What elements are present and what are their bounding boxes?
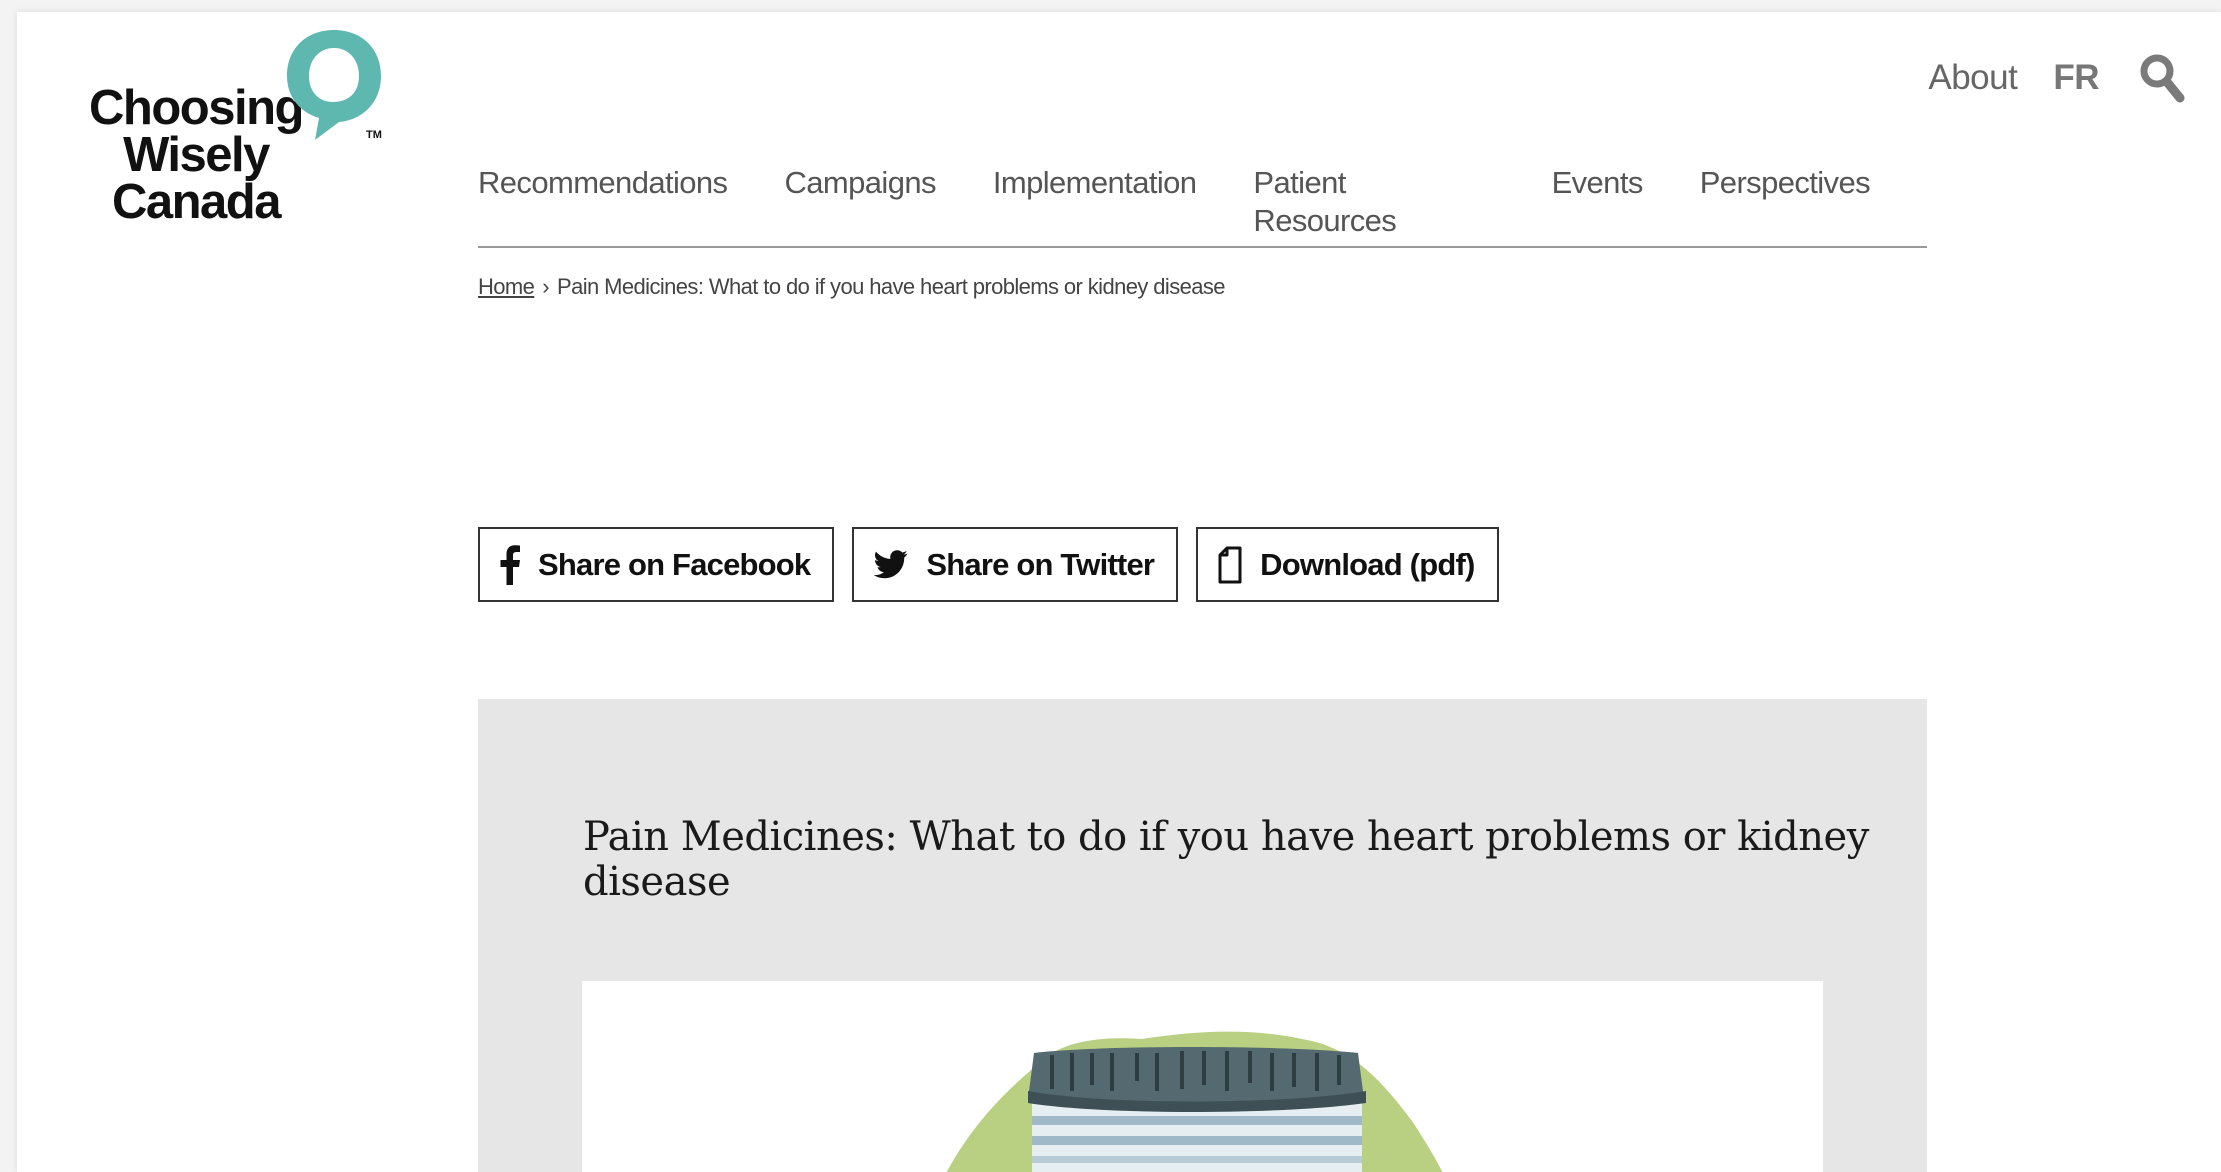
twitter-icon [874, 549, 908, 578]
facebook-icon [500, 544, 520, 585]
language-toggle-fr[interactable]: FR [2053, 58, 2099, 98]
logo-wordmark: Choosing Wisely Canada [81, 81, 311, 229]
search-icon[interactable] [2139, 53, 2185, 103]
article-panel: Pain Medicines: What to do if you have h… [478, 699, 1927, 1172]
pill-bottle-image [946, 1031, 1443, 1172]
nav-item-perspectives[interactable]: Perspectives [1700, 164, 1871, 202]
breadcrumb-home-link[interactable]: Home [478, 274, 535, 299]
site-logo[interactable]: Choosing Wisely Canada TM [81, 18, 411, 233]
download-pdf-label: Download (pdf) [1260, 546, 1475, 582]
breadcrumb: Home › Pain Medicines: What to do if you h… [478, 274, 1226, 300]
breadcrumb-separator: › [542, 274, 550, 299]
logo-line-3: Canada [111, 175, 282, 229]
breadcrumb-current: Pain Medicines: What to do if you have h… [557, 274, 1225, 299]
nav-item-events[interactable]: Events [1552, 164, 1644, 202]
share-toolbar: Share on Facebook Share on Twitter Downl… [478, 527, 1517, 602]
nav-item-patient-resources[interactable]: Patient Resources [1253, 164, 1494, 240]
page: Choosing Wisely Canada TM About FR Recom… [17, 12, 2221, 1172]
logo-line-2: Wisely [123, 128, 270, 182]
share-twitter-button[interactable]: Share on Twitter [852, 527, 1179, 602]
download-pdf-button[interactable]: Download (pdf) [1196, 527, 1499, 602]
article-title: Pain Medicines: What to do if you have h… [583, 814, 1869, 905]
speech-bubble-icon [287, 30, 381, 140]
nav-item-recommendations[interactable]: Recommendations [478, 164, 728, 202]
share-facebook-label: Share on Facebook [538, 546, 811, 582]
nav-item-implementation[interactable]: Implementation [993, 164, 1197, 202]
share-twitter-label: Share on Twitter [926, 546, 1155, 582]
logo-line-1: Choosing [89, 81, 304, 135]
about-link[interactable]: About [1928, 58, 2017, 98]
share-facebook-button[interactable]: Share on Facebook [478, 527, 835, 602]
pill-bottle-illustration [582, 981, 1823, 1172]
main-nav: Recommendations Campaigns Implementation… [478, 164, 1927, 248]
logo-trademark: TM [366, 129, 382, 141]
document-icon [1218, 546, 1242, 583]
nav-item-campaigns[interactable]: Campaigns [784, 164, 936, 202]
utility-nav: About FR [1928, 52, 2185, 104]
